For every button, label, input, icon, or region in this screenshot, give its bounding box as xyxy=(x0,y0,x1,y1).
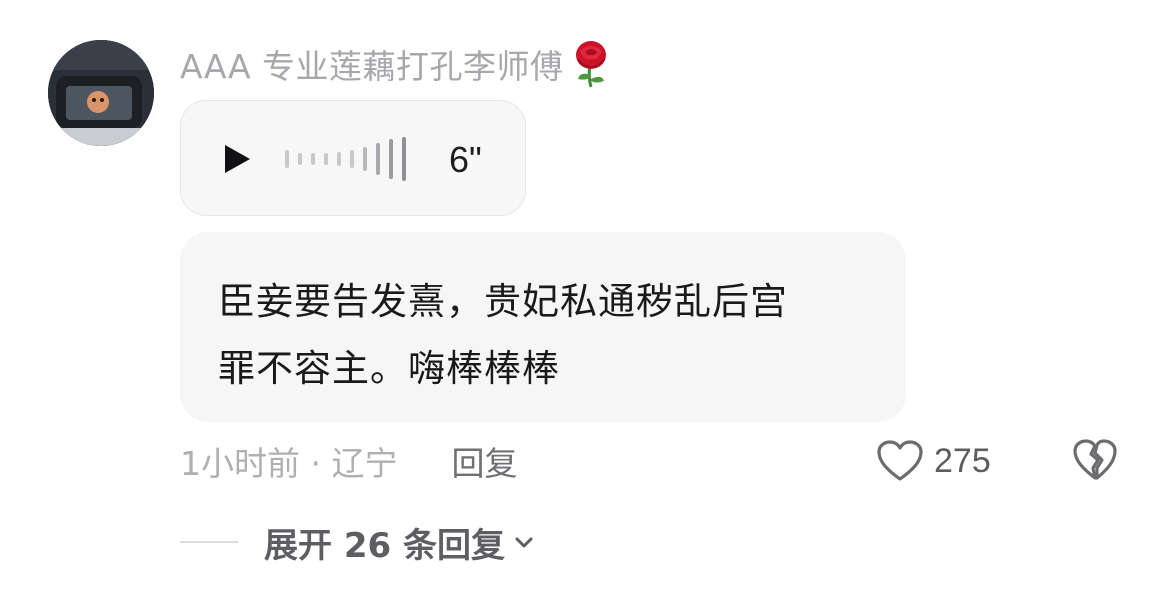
rose-icon xyxy=(570,39,612,89)
voice-duration: 6" xyxy=(449,139,482,180)
comment-text-bubble: 臣妾要告发熹，贵妃私通秽乱后宫 罪不容主。嗨棒棒棒 xyxy=(180,232,906,422)
comment-text: 臣妾要告发熹，贵妃私通秽乱后宫 罪不容主。嗨棒棒棒 xyxy=(218,268,868,402)
comment-text-line-1: 臣妾要告发熹，贵妃私通秽乱后宫 xyxy=(218,280,788,323)
heart-icon[interactable] xyxy=(876,439,924,483)
broken-heart-icon[interactable] xyxy=(1072,438,1118,482)
avatar[interactable] xyxy=(48,40,154,146)
waveform-icon xyxy=(285,137,406,181)
voice-message[interactable]: 6" xyxy=(180,100,526,216)
like-button[interactable]: 275 xyxy=(876,436,991,486)
play-icon[interactable] xyxy=(223,143,253,175)
reply-button[interactable]: 回复 xyxy=(451,437,517,485)
chevron-down-icon xyxy=(515,537,533,548)
username[interactable]: AAA 专业莲藕打孔李师傅 xyxy=(180,40,564,88)
comment-item: AAA 专业莲藕打孔李师傅 6" 臣妾要告发熹，贵妃私通秽乱后宫 罪不容主。嗨棒… xyxy=(0,0,1169,594)
avatar-image xyxy=(48,40,154,146)
like-count: 275 xyxy=(934,441,991,480)
comment-text-line-2: 罪不容主。嗨棒棒棒 xyxy=(218,347,560,390)
expand-replies-button[interactable]: 展开 26 条回复 xyxy=(180,516,535,568)
comment-meta: 1小时前 · 辽宁 回复 xyxy=(180,436,517,486)
username-row: AAA 专业莲藕打孔李师傅 xyxy=(180,38,612,90)
expand-replies-label: 展开 26 条回复 xyxy=(264,525,505,566)
divider-line xyxy=(180,541,238,543)
time-location: 1小时前 · 辽宁 xyxy=(180,444,398,483)
